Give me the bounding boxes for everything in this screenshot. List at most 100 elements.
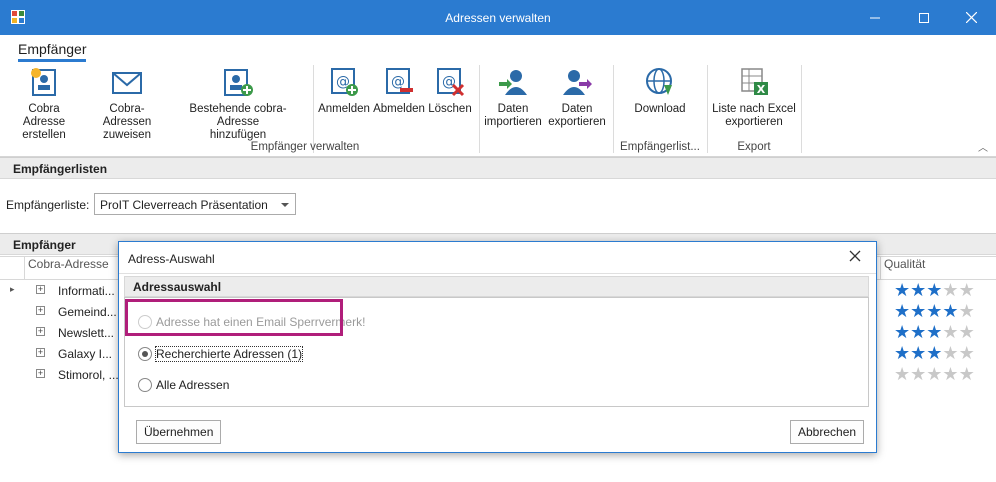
star-filled-icon: ★ bbox=[926, 301, 943, 321]
minimize-button[interactable] bbox=[852, 0, 898, 35]
group-separator bbox=[613, 65, 614, 153]
star-empty-icon: ★ bbox=[942, 322, 959, 342]
dialog-section-header: Adressauswahl bbox=[124, 276, 869, 297]
add-contact-icon bbox=[224, 69, 253, 96]
tab-empfaenger[interactable]: Empfänger bbox=[18, 41, 87, 62]
list-field-label: Empfängerliste: bbox=[6, 198, 90, 212]
button-label: erstellen bbox=[22, 129, 66, 141]
star-filled-icon: ★ bbox=[910, 322, 927, 342]
option-researched-addresses[interactable]: Recherchierte Adressen (1) bbox=[138, 345, 304, 363]
minimize-icon bbox=[870, 17, 880, 18]
star-empty-icon: ★ bbox=[910, 364, 927, 384]
delete-button[interactable]: @ Löschen bbox=[427, 67, 473, 116]
column-divider bbox=[24, 257, 25, 279]
row-label: Gemeind... bbox=[58, 305, 117, 319]
quality-stars: ★★★★★ bbox=[894, 323, 975, 341]
group-separator bbox=[707, 65, 708, 153]
radio-unchecked[interactable] bbox=[138, 378, 152, 392]
group-label-export: Export bbox=[737, 141, 771, 153]
star-filled-icon: ★ bbox=[926, 343, 943, 363]
star-empty-icon: ★ bbox=[958, 301, 975, 321]
add-existing-address-button[interactable]: Bestehende cobra-Adresse hinzufügen bbox=[171, 67, 305, 142]
button-label: zuweisen bbox=[103, 129, 151, 141]
button-label: Anmelden bbox=[318, 103, 370, 115]
radio-label: Recherchierte Adressen (1) bbox=[154, 346, 304, 362]
column-divider bbox=[880, 257, 881, 279]
create-address-icon bbox=[31, 68, 56, 96]
button-label: exportieren bbox=[548, 116, 606, 128]
expand-icon[interactable]: + bbox=[36, 285, 45, 294]
expand-icon[interactable]: + bbox=[36, 369, 45, 378]
expand-icon[interactable]: + bbox=[36, 327, 45, 336]
group-separator bbox=[801, 65, 802, 153]
maximize-icon bbox=[919, 12, 929, 23]
button-label: Daten bbox=[561, 103, 593, 115]
svg-text:X: X bbox=[757, 83, 766, 96]
import-data-button[interactable]: Daten importieren bbox=[484, 67, 542, 129]
collapse-ribbon-icon[interactable]: ︿ bbox=[978, 139, 988, 154]
star-empty-icon: ★ bbox=[958, 364, 975, 384]
close-icon bbox=[965, 12, 977, 23]
address-selection-dialog: Adress-Auswahl Adressauswahl Adresse hat… bbox=[118, 241, 877, 453]
svg-text:@: @ bbox=[391, 74, 405, 90]
button-label: Bestehende cobra-Adresse bbox=[189, 103, 287, 128]
button-label: Cobra-Adressen bbox=[102, 103, 152, 128]
quality-stars: ★★★★★ bbox=[894, 365, 975, 383]
star-filled-icon: ★ bbox=[910, 280, 927, 300]
close-button[interactable] bbox=[948, 0, 994, 35]
group-label-lists: Empfängerlist... bbox=[620, 141, 700, 153]
maximize-button[interactable] bbox=[901, 0, 947, 35]
row-label: Newslett... bbox=[58, 326, 115, 340]
download-button[interactable]: Download bbox=[630, 67, 690, 116]
title-bar: Adressen verwalten bbox=[0, 0, 996, 35]
expand-icon[interactable]: + bbox=[36, 348, 45, 357]
star-empty-icon: ★ bbox=[958, 280, 975, 300]
subscribe-button[interactable]: @ Anmelden bbox=[318, 67, 370, 116]
envelope-icon bbox=[112, 72, 142, 94]
star-filled-icon: ★ bbox=[894, 301, 911, 321]
star-empty-icon: ★ bbox=[926, 364, 943, 384]
button-label: Daten bbox=[497, 103, 529, 115]
list-select[interactable]: ProIT Cleverreach Präsentation bbox=[94, 193, 296, 215]
radio-label: Alle Adressen bbox=[156, 378, 230, 392]
delete-icon: @ bbox=[437, 68, 465, 97]
star-filled-icon: ★ bbox=[926, 322, 943, 342]
list-select-value: ProIT Cleverreach Präsentation bbox=[100, 198, 268, 212]
group-separator bbox=[479, 65, 480, 153]
column-header-address[interactable]: Cobra-Adresse bbox=[28, 257, 109, 279]
star-empty-icon: ★ bbox=[942, 364, 959, 384]
dialog-close-button[interactable] bbox=[849, 250, 861, 265]
star-filled-icon: ★ bbox=[894, 280, 911, 300]
star-filled-icon: ★ bbox=[926, 280, 943, 300]
button-label: Cobra Adresse bbox=[22, 103, 66, 128]
export-excel-button[interactable]: X Liste nach Excel exportieren bbox=[712, 67, 796, 129]
quality-stars: ★★★★★ bbox=[894, 344, 975, 362]
expand-icon[interactable]: + bbox=[36, 306, 45, 315]
option-all-addresses[interactable]: Alle Adressen bbox=[138, 376, 229, 394]
button-label: exportieren bbox=[725, 116, 783, 128]
subscribe-icon: @ bbox=[331, 68, 358, 96]
star-filled-icon: ★ bbox=[942, 301, 959, 321]
radio-checked[interactable] bbox=[138, 347, 152, 361]
star-filled-icon: ★ bbox=[910, 343, 927, 363]
ribbon: Empfänger Cobra Adresse erstellen Cobra-… bbox=[0, 35, 996, 157]
row-label: Stimorol, ... bbox=[58, 368, 119, 382]
button-label: importieren bbox=[484, 116, 542, 128]
button-label: Download bbox=[634, 103, 686, 115]
star-filled-icon: ★ bbox=[894, 322, 911, 342]
column-header-quality[interactable]: Qualität bbox=[884, 257, 925, 279]
assign-cobra-addresses-button[interactable]: Cobra-Adressen zuweisen bbox=[86, 67, 168, 142]
apply-button[interactable]: Übernehmen bbox=[136, 420, 222, 444]
dialog-title: Adress-Auswahl bbox=[128, 252, 215, 266]
button-label: Löschen bbox=[428, 103, 472, 115]
cancel-button[interactable]: Abbrechen bbox=[790, 420, 865, 444]
export-data-button[interactable]: Daten exportieren bbox=[546, 67, 608, 129]
star-empty-icon: ★ bbox=[958, 322, 975, 342]
unsubscribe-button[interactable]: @ Abmelden bbox=[373, 67, 425, 116]
row-label: Galaxy I... bbox=[58, 347, 113, 361]
window-title: Adressen verwalten bbox=[445, 11, 551, 25]
star-filled-icon: ★ bbox=[894, 343, 911, 363]
star-empty-icon: ★ bbox=[894, 364, 911, 384]
star-empty-icon: ★ bbox=[958, 343, 975, 363]
create-cobra-address-button[interactable]: Cobra Adresse erstellen bbox=[6, 67, 82, 142]
